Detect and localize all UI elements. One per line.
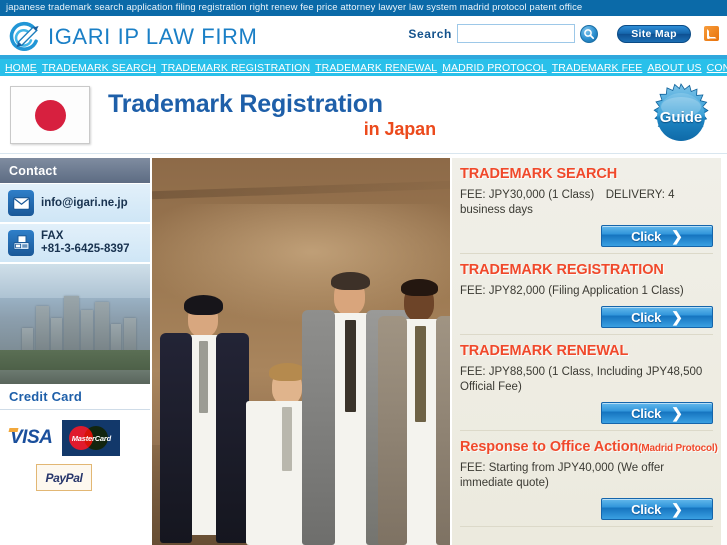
figure-hair — [331, 272, 370, 290]
service-fee: FEE: JPY88,500 (1 Class, Including JPY48… — [460, 366, 703, 393]
page-root: japanese trademark search application fi… — [0, 0, 727, 545]
search-button[interactable] — [580, 24, 598, 43]
guide-badge-button[interactable]: Guide — [647, 83, 715, 151]
service-trademark-renewal: TRADEMARK RENEWAL FEE: JPY88,500 (1 Clas… — [460, 335, 713, 431]
search-input[interactable] — [457, 24, 575, 43]
service-office-action: Response to Office Action(Madrid Protoco… — [460, 431, 718, 527]
figure-hair — [401, 279, 438, 296]
page-subtitle: in Japan — [363, 119, 436, 139]
service-click-button[interactable]: Click ❯ — [601, 306, 713, 328]
figure-jacket-left — [160, 333, 192, 543]
figure-hair — [269, 363, 306, 381]
chevron-right-icon: ❯ — [671, 405, 683, 421]
click-label: Click — [631, 228, 662, 244]
magnifier-icon — [584, 28, 595, 39]
businessman-figure — [378, 279, 450, 545]
service-title[interactable]: TRADEMARK SEARCH — [460, 166, 713, 182]
contact-heading: Contact — [0, 158, 150, 184]
credit-card-logos: VISA MasterCard PayPal — [0, 410, 150, 497]
credit-card-heading: Credit Card — [0, 384, 150, 410]
envelope-icon — [8, 190, 34, 216]
figure-tie — [282, 407, 292, 471]
page-title: Trademark Registration — [108, 90, 383, 118]
chevron-right-icon: ❯ — [671, 309, 683, 325]
paypal-logo-icon: PayPal — [36, 464, 92, 491]
chevron-right-icon: ❯ — [671, 501, 683, 517]
rss-feed-icon[interactable] — [704, 26, 719, 41]
figure-jacket-right — [436, 316, 450, 545]
click-label: Click — [631, 309, 662, 325]
service-click-button[interactable]: Click ❯ — [601, 402, 713, 424]
service-title-suffix: (Madrid Protocol) — [638, 443, 718, 454]
chevron-right-icon: ❯ — [671, 228, 683, 244]
service-title-main: Response to Office Action — [460, 439, 639, 455]
starburst-badge-icon — [653, 83, 709, 141]
sidebar-item-fax[interactable]: FAX +81-3-6425-8397 — [0, 224, 150, 264]
sidebar-fax-label: FAX +81-3-6425-8397 — [41, 230, 130, 255]
brand-logo[interactable]: IGARI IP LAW FIRM — [8, 20, 257, 54]
figure-jacket-left — [378, 316, 407, 545]
figure-tie — [199, 341, 208, 413]
figure-hair — [184, 295, 223, 315]
photo-foreground — [0, 370, 150, 384]
visa-logo-icon: VISA — [10, 427, 53, 448]
figure-tie — [345, 320, 356, 412]
nav-item-home[interactable]: HOME — [5, 62, 37, 74]
click-label: Click — [631, 501, 662, 517]
businessman-figure — [158, 295, 253, 545]
mastercard-logo-icon: MasterCard — [62, 420, 121, 456]
services-column: TRADEMARK SEARCH FEE: JPY30,000 (1 Class… — [452, 158, 721, 545]
flag-sun-disc — [34, 99, 66, 131]
content-area: Contact info@igari.ne.jp FAX +81-3-6425-… — [0, 158, 727, 545]
pen-circle-logo-icon — [9, 21, 39, 51]
nav-item-trademark-fee[interactable]: TRADEMARK FEE — [552, 62, 643, 74]
sidebar-email-label: info@igari.ne.jp — [41, 196, 128, 209]
main-navigation: HOME TRADEMARK SEARCH TRADEMARK REGISTRA… — [0, 59, 727, 78]
left-sidebar: Contact info@igari.ne.jp FAX +81-3-6425-… — [0, 158, 150, 545]
figure-tie — [415, 326, 426, 422]
masthead: IGARI IP LAW FIRM Search Site Map — [0, 16, 727, 59]
page-banner: Trademark Registration in Japan Guide — [0, 78, 727, 154]
sitemap-button[interactable]: Site Map — [617, 24, 691, 43]
photo-ridge — [152, 180, 450, 200]
service-fee: FEE: Starting from JPY40,000 (We offer i… — [460, 462, 665, 489]
japan-flag-icon — [10, 86, 90, 144]
service-trademark-registration: TRADEMARK REGISTRATION FEE: JPY82,000 (F… — [460, 254, 713, 335]
brand-name: IGARI IP LAW FIRM — [48, 24, 258, 49]
service-trademark-search: TRADEMARK SEARCH FEE: JPY30,000 (1 Class… — [460, 158, 713, 254]
service-click-button[interactable]: Click ❯ — [601, 498, 713, 520]
service-fee: FEE: JPY30,000 (1 Class) DELIVERY: 4 bus… — [460, 189, 675, 216]
nav-item-madrid-protocol[interactable]: MADRID PROTOCOL — [442, 62, 547, 74]
service-click-button[interactable]: Click ❯ — [601, 225, 713, 247]
search-area: Search Site Map — [408, 24, 719, 43]
nav-item-trademark-renewal[interactable]: TRADEMARK RENEWAL — [315, 62, 437, 74]
sidebar-item-email[interactable]: info@igari.ne.jp — [0, 184, 150, 224]
hero-photo — [150, 158, 452, 545]
nav-item-contact[interactable]: CONTACT — [707, 62, 727, 74]
seo-keyword-bar: japanese trademark search application fi… — [0, 0, 727, 16]
nav-item-trademark-search[interactable]: TRADEMARK SEARCH — [42, 62, 156, 74]
service-title[interactable]: Response to Office Action(Madrid Protoco… — [460, 439, 718, 455]
nav-item-about-us[interactable]: ABOUT US — [647, 62, 701, 74]
tokyo-skyline-photo — [0, 264, 150, 384]
service-title[interactable]: TRADEMARK RENEWAL — [460, 343, 713, 359]
mastercard-label: MasterCard — [71, 433, 111, 443]
photo-sky — [0, 264, 150, 298]
figure-jacket-left — [302, 310, 335, 545]
service-fee: FEE: JPY82,000 (Filing Application 1 Cla… — [460, 285, 684, 297]
nav-item-trademark-registration[interactable]: TRADEMARK REGISTRATION — [161, 62, 310, 74]
service-title[interactable]: TRADEMARK REGISTRATION — [460, 262, 713, 278]
fax-machine-icon — [8, 230, 34, 256]
click-label: Click — [631, 405, 662, 421]
search-label: Search — [408, 26, 452, 41]
